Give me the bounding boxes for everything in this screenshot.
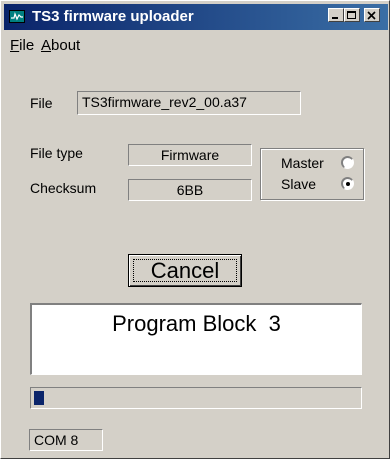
file-path-field: TS3firmware_rev2_00.a37 [77,91,301,115]
close-icon [367,11,376,20]
app-window: TS3 firmware uploader File About File TS… [0,0,390,459]
master-label: Master [281,155,324,171]
title-bar[interactable]: TS3 firmware uploader [4,4,388,30]
cancel-button[interactable]: Cancel [128,254,242,287]
minimize-icon [332,17,338,19]
checksum-field: 6BB [128,179,252,201]
status-message: Program Block 3 [112,311,281,336]
menu-bar: File About [4,32,388,58]
menu-about[interactable]: About [41,37,80,54]
menu-file-label: ile [19,37,35,54]
file-label: File [30,95,53,111]
checksum-value: 6BB [176,182,204,198]
com-port-field: COM 8 [29,429,103,451]
mode-group: Master Slave [260,148,364,200]
upload-progress-bar [30,387,362,409]
slave-label: Slave [281,176,317,192]
maximize-icon [347,11,356,19]
minimize-button[interactable] [328,8,344,22]
progress-fill [34,391,44,405]
close-button[interactable] [364,8,380,22]
menu-file[interactable]: File [10,37,34,54]
slave-radio[interactable] [341,177,354,190]
menu-about-label: bout [51,37,81,54]
oscilloscope-icon [9,10,25,23]
file-type-field: Firmware [128,144,252,166]
status-display: Program Block 3 [30,303,362,375]
slave-radio-dot [346,182,350,186]
menu-file-accel: F [10,37,20,54]
maximize-button[interactable] [344,8,360,22]
cancel-button-label: Cancel [150,258,220,283]
com-port-value: COM 8 [34,432,79,448]
file-type-value: Firmware [160,147,220,163]
menu-about-accel: A [41,37,52,54]
checksum-label: Checksum [30,180,97,196]
window-title: TS3 firmware uploader [32,8,194,25]
file-path-value: TS3firmware_rev2_00.a37 [82,94,247,110]
master-radio[interactable] [341,156,354,169]
file-type-label: File type [30,145,83,161]
